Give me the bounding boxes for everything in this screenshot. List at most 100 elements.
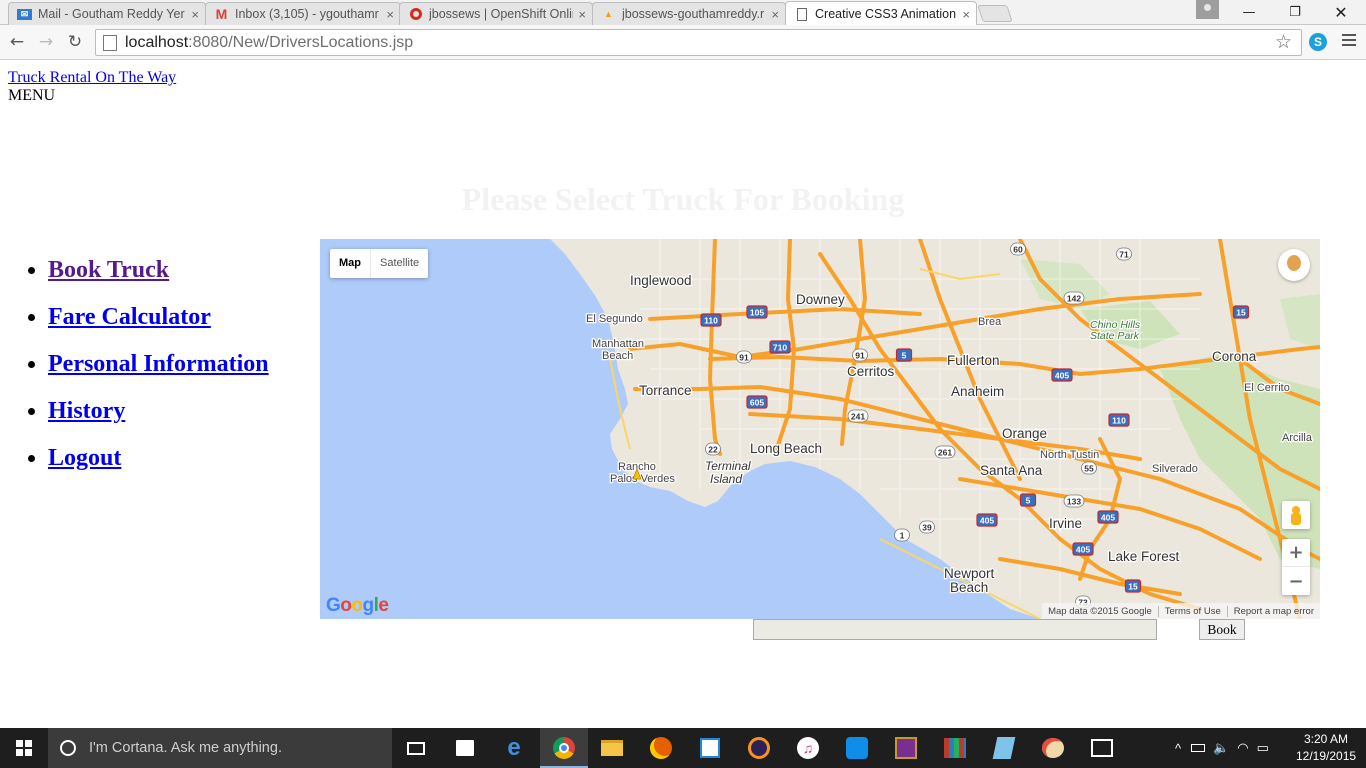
action-center-icon[interactable]: ▭ <box>1257 740 1269 756</box>
nav-item-book-truck: Book Truck <box>48 255 269 302</box>
map-city-label: Fullerton <box>947 353 1000 368</box>
svg-text:5: 5 <box>1026 496 1031 506</box>
map-city-label: Manhattan <box>592 338 644 350</box>
nav-link-fare-calculator[interactable]: Fare Calculator <box>48 304 211 330</box>
photos-icon[interactable] <box>1088 734 1116 762</box>
address-bar[interactable]: localhost:8080/New/DriversLocations.jsp <box>95 29 1302 56</box>
task-view-icon[interactable] <box>402 734 430 762</box>
network-icon[interactable]: ◠ <box>1237 740 1248 756</box>
tab-active[interactable]: Creative CSS3 Animation M × <box>785 1 977 26</box>
map-city-label: Irvine <box>1049 516 1082 531</box>
route-shield: 5 <box>895 348 913 362</box>
svg-text:710: 710 <box>773 343 787 353</box>
route-shield: 5 <box>1019 493 1037 507</box>
route-shield: 55 <box>1081 461 1097 475</box>
close-icon[interactable]: × <box>386 7 394 22</box>
battery-icon[interactable] <box>1191 744 1206 752</box>
chrome-icon[interactable] <box>550 734 578 762</box>
teamviewer-icon[interactable] <box>843 734 871 762</box>
firefox-icon[interactable] <box>647 734 675 762</box>
tab-phpmyadmin[interactable]: ▲ jbossews-gouthamreddy.r × <box>592 2 786 25</box>
close-icon[interactable]: × <box>962 7 970 22</box>
eclipse-icon[interactable] <box>745 734 773 762</box>
store-icon[interactable] <box>451 734 479 762</box>
windows-taskbar: I'm Cortana. Ask me anything. e ♫ ^ 🔈 ◠ … <box>0 728 1366 768</box>
street-view-pegman-icon[interactable] <box>1282 501 1310 529</box>
edge-icon[interactable]: e <box>500 734 528 762</box>
report-map-error-link[interactable]: Report a map error <box>1226 605 1320 617</box>
close-icon[interactable]: × <box>771 7 779 22</box>
browser-menu-icon[interactable] <box>1342 34 1356 48</box>
route-shield: 110 <box>1108 413 1130 427</box>
map-type-control: Map Satellite <box>330 249 429 278</box>
winrar-icon[interactable] <box>892 734 920 762</box>
map-city-label: Terminal <box>705 459 751 473</box>
window-close-icon[interactable]: ✕ <box>1318 0 1364 25</box>
svg-text:405: 405 <box>1101 513 1115 523</box>
profile-icon[interactable] <box>1196 0 1219 19</box>
cortana-search-box[interactable]: I'm Cortana. Ask me anything. <box>48 728 392 768</box>
svg-text:60: 60 <box>1013 245 1023 255</box>
site-title-link[interactable]: Truck Rental On The Way <box>8 69 176 87</box>
show-hidden-icons-icon[interactable]: ^ <box>1175 741 1181 756</box>
google-logo[interactable]: Google <box>326 595 389 617</box>
back-icon[interactable]: ← <box>6 31 28 53</box>
map-city-label: El Cerrito <box>1244 382 1290 394</box>
tab-mail[interactable]: ✉ Mail - Goutham Reddy Yer × <box>8 2 206 25</box>
nav-link-logout[interactable]: Logout <box>48 445 121 471</box>
app-icon[interactable] <box>696 734 724 762</box>
reload-icon[interactable]: ↻ <box>64 31 86 53</box>
nav-link-history[interactable]: History <box>48 398 125 424</box>
itunes-icon[interactable]: ♫ <box>794 734 822 762</box>
google-map[interactable]: 60 71 142 15 110 105 710 91 5 91 405 605 241 110 22 261… <box>320 239 1320 619</box>
map-type-satellite-button[interactable]: Satellite <box>371 249 428 278</box>
minimize-icon[interactable]: — <box>1226 0 1272 25</box>
tab-openshift[interactable]: jbossews | OpenShift Onlin × <box>399 2 593 25</box>
book-button[interactable]: Book <box>1199 619 1245 640</box>
selected-truck-field[interactable] <box>753 619 1157 640</box>
tab-title: jbossews-gouthamreddy.r <box>622 7 765 21</box>
terms-of-use-link[interactable]: Terms of Use <box>1157 605 1227 617</box>
close-icon[interactable]: × <box>191 7 199 22</box>
page-content: Truck Rental On The Way MENU Please Sele… <box>0 61 1366 728</box>
taskbar-clock[interactable]: 3:20 AM 12/19/2015 <box>1296 731 1356 765</box>
volume-icon[interactable]: 🔈 <box>1213 740 1229 756</box>
zoom-in-button[interactable]: + <box>1282 539 1310 567</box>
map-city-label: Arcilla <box>1282 432 1313 444</box>
skype-extension-icon[interactable]: S <box>1309 33 1327 51</box>
restore-icon[interactable]: ❐ <box>1272 0 1318 25</box>
paint-icon[interactable] <box>1039 734 1067 762</box>
map-canvas[interactable]: 60 711421511010571091 591405605241 11022 261… <box>320 239 1320 619</box>
bookmark-star-icon[interactable]: ☆ <box>1275 31 1292 53</box>
nav-link-book-truck[interactable]: Book Truck <box>48 257 169 283</box>
map-city-label: Newport <box>944 566 995 581</box>
forward-icon[interactable]: → <box>35 31 57 53</box>
map-city-label: Cerritos <box>847 364 895 379</box>
svg-text:405: 405 <box>1076 545 1090 555</box>
route-shield: 405 <box>1051 368 1073 382</box>
svg-text:91: 91 <box>855 351 865 361</box>
map-type-map-button[interactable]: Map <box>330 249 371 278</box>
nav-link-personal-information[interactable]: Personal Information <box>48 351 269 377</box>
map-data-attribution: Map data ©2015 Google <box>1048 605 1152 617</box>
tab-inbox[interactable]: M Inbox (3,105) - ygouthamr × <box>205 2 401 25</box>
nav-item-history: History <box>48 396 269 443</box>
tab-title: Creative CSS3 Animation M <box>815 7 958 21</box>
new-tab-button[interactable] <box>977 5 1013 22</box>
windows-logo-icon <box>16 740 32 756</box>
page-info-icon[interactable] <box>103 34 117 51</box>
start-button[interactable] <box>0 728 48 768</box>
route-shield: 91 <box>852 348 868 362</box>
cortana-icon <box>60 740 76 756</box>
file-explorer-icon[interactable] <box>598 734 626 762</box>
close-icon[interactable]: × <box>578 7 586 22</box>
notepad-icon[interactable] <box>990 734 1018 762</box>
zoom-out-button[interactable]: − <box>1282 567 1310 595</box>
cortana-placeholder: I'm Cortana. Ask me anything. <box>89 740 282 756</box>
svg-text:142: 142 <box>1067 294 1081 304</box>
svg-text:110: 110 <box>704 316 718 326</box>
archive-icon[interactable] <box>941 734 969 762</box>
map-city-label: Downey <box>796 292 845 307</box>
user-avatar[interactable] <box>1278 249 1310 281</box>
route-shield: 405 <box>1072 542 1094 556</box>
